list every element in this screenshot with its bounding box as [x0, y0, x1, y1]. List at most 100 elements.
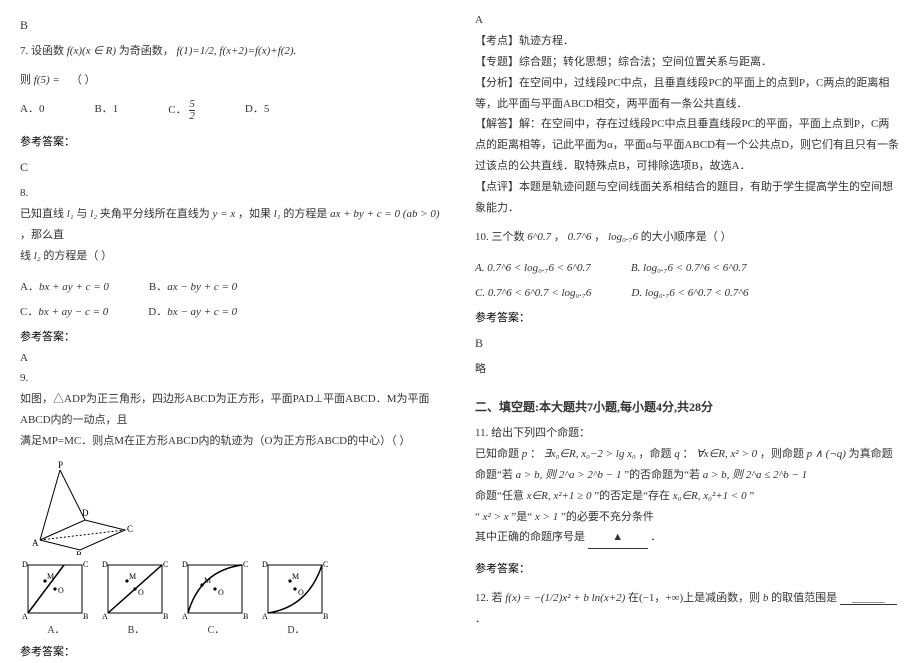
q12: 12. 若 f(x) = −(1/2)x² + b ln(x+2) 在(−1，+… — [475, 588, 900, 630]
q7-ref-label: 参考答案： — [20, 132, 445, 153]
fenxi-lbl: 【分析】 — [475, 77, 519, 89]
q7-ask: 则 f(5) = （ ） — [20, 70, 445, 91]
q11-l2b: a > b, 则 2^a > 2^b − 1 — [516, 469, 622, 481]
q10-e3: 0.7^6 — [568, 231, 592, 243]
fenxi-txt: 在空间中，过线段PC中点，且垂直线段PC的平面上的点到P，C两点的距离相等，此平… — [475, 77, 889, 110]
sqA-O: O — [58, 586, 64, 595]
sqA-D: D — [22, 560, 28, 569]
q7-text-c: 为奇函数， — [119, 45, 174, 57]
sqB-O: O — [138, 588, 144, 597]
sqB-D: D — [102, 560, 108, 569]
dianping: 【点评】本题是轨迹问题与空间线面关系相结合的题目，有助于学生提高学生的空间想象能… — [475, 177, 900, 219]
jieda: 【解答】解：在空间中，存在过线段PC中点且垂直线段PC的平面，平面上点到P，C两… — [475, 114, 900, 177]
q8-t4: ，如果 — [238, 208, 271, 220]
q11-blank: ▲ — [588, 527, 648, 549]
q9-line2: 满足MP=MC．则点M在正方形ABCD内的轨迹为（O为正方形ABCD的中心）（ … — [20, 431, 445, 452]
sqB-B: B — [163, 612, 168, 621]
sqC-A: A — [182, 612, 188, 621]
q9-optC-label: C． — [208, 621, 225, 640]
q12-d: ． — [475, 613, 486, 625]
q7-paren: （ ） — [71, 74, 96, 86]
section2-head: 二、填空题:本大题共7小题,每小题4分,共28分 — [475, 396, 900, 419]
q7-prev-answer: B — [20, 14, 445, 37]
q7-cond: f(1)=1/2, f(x+2)=f(x)+f(2). — [177, 45, 297, 57]
q12-bvar: b — [763, 592, 769, 604]
q10-e4: ， — [594, 231, 605, 243]
q8B-l: B． — [149, 281, 167, 293]
q11-l2a: 命题“若 — [475, 469, 513, 481]
q11-l3b: x∈R, x²+1 ≥ 0 — [527, 490, 592, 502]
q7-optC-label: C． — [168, 104, 186, 116]
q8-t7: 线 — [20, 250, 31, 262]
q7-optA: A．0 — [20, 99, 44, 122]
q8-ref-label: 参考答案： — [20, 327, 445, 348]
sq-A: M O A B C D — [20, 559, 92, 621]
q11-l1: 已知命题 p ： ∃x₀∈R, x₀−2 > lg x₀ ，命题 q ： ∀x∈… — [475, 444, 900, 465]
q7-then: 则 — [20, 74, 31, 86]
q8-stem: 已知直线 l₁ 与 l₂ 夹角平分线所在直线为 y = x ，如果 l₁ 的方程… — [20, 204, 445, 267]
q7-optC-num: 5 — [189, 99, 195, 111]
q10-optA: A. 0.7^6 < log₀.₇6 < 6^0.7 — [475, 258, 591, 279]
sqD-A: A — [262, 612, 268, 621]
lbl-P: P — [58, 460, 63, 470]
q7-stem: 7. 设函数 f(x)(x ∈ R) 为奇函数， f(1)=1/2, f(x+2… — [20, 41, 445, 62]
q9-line1: 如图，△ADP为正三角形，四边形ABCD为正方形，平面PAD⊥平面ABCD．M为… — [20, 389, 445, 431]
jieda-txt: 解：在空间中，存在过线段PC中点且垂直线段PC的平面，平面上点到P，C两点的距离… — [475, 118, 899, 172]
q9-answer: A — [475, 10, 900, 31]
sqD-B: B — [323, 612, 328, 621]
q8-num: 8. — [20, 183, 445, 204]
q11-ref-label: 参考答案： — [475, 559, 900, 580]
q8C-eq: bx + ay − c = 0 — [38, 306, 108, 318]
q9-ref-label: 参考答案： — [20, 642, 445, 663]
q10-lve: 略 — [475, 359, 900, 380]
q9-optD-label: D． — [287, 621, 304, 640]
sqD-M: M — [292, 572, 299, 581]
q10-row2: C. 0.7^6 < 6^0.7 < log₀.₇6 D. log₀.₇6 < … — [475, 283, 900, 304]
dianping-txt: 本题是轨迹问题与空间线面关系相结合的题目，有助于学生提高学生的空间想象能力． — [475, 181, 893, 214]
q7-f5: f(5) = — [34, 74, 60, 86]
q11-l3d: x₀∈R, x₀²+1 < 0 — [673, 490, 747, 502]
q8-t5: 的方程是 — [283, 208, 327, 220]
q9-optA-label: A． — [47, 621, 64, 640]
q10-optB: B. log₀.₇6 < 0.7^6 < 6^0.7 — [631, 258, 747, 279]
fenxi: 【分析】在空间中，过线段PC中点，且垂直线段PC的平面上的点到P，C两点的距离相… — [475, 73, 900, 115]
q11-stem: 11. 给出下列四个命题： — [475, 423, 900, 444]
sqC-C: C — [243, 560, 248, 569]
q8B-eq: ax − by + c = 0 — [167, 281, 237, 293]
lbl-B: B — [76, 550, 82, 555]
kaodian-lbl: 【考点】 — [475, 35, 519, 47]
q10-e5: log₀.₇6 — [608, 231, 638, 243]
q12-eq: f(x) = −(1/2)x² + b ln(x+2) — [505, 592, 625, 604]
q7-answer: C — [20, 156, 445, 179]
jieda-lbl: 【解答】 — [475, 118, 519, 130]
q10-optD: D. log₀.₇6 < 6^0.7 < 0.7^6 — [631, 283, 748, 304]
q12-blank: ______ — [840, 592, 897, 605]
q11-p: p — [522, 448, 528, 460]
q11-l4: “ x² > x ”是“ x > 1 ”的必要不充分条件 — [475, 507, 900, 528]
q11-l3a: 命题“任意 — [475, 490, 524, 502]
q8-l2: l₂ — [90, 208, 97, 220]
q7-optB: B．1 — [94, 99, 118, 122]
q11-l4c: ”是“ — [511, 511, 532, 523]
q8-t8: 的方程是（ ） — [43, 250, 112, 262]
q7-optC-den: 2 — [189, 111, 195, 122]
sqC-B: B — [243, 612, 248, 621]
q8-yx: y = x — [213, 208, 236, 220]
q10-b: 的大小顺序是（ ） — [641, 231, 732, 243]
q7-options: A．0 B．1 C． 5 2 D．5 — [20, 99, 445, 122]
sq-C: M O A B C D — [180, 559, 252, 621]
q11-l4a: “ — [475, 511, 480, 523]
sqC-O: O — [218, 588, 224, 597]
q10-stem: 10. 三个数 6^0.7 ， 0.7^6 ， log₀.₇6 的大小顺序是（ … — [475, 227, 900, 248]
q10-answer: B — [475, 332, 900, 355]
q8-row2: C．bx + ay − c = 0 D．bx − ay + c = 0 — [20, 302, 445, 323]
q8-answer: A — [20, 348, 445, 369]
q11-l3c: ”的否定是“存在 — [594, 490, 670, 502]
q8-t1: 已知直线 — [20, 208, 64, 220]
q11-l5t: 其中正确的命题序号是 — [475, 531, 585, 543]
q7-text-a: 7. 设函数 — [20, 45, 64, 57]
sqA-A: A — [22, 612, 28, 621]
q11-l4e: ”的必要不充分条件 — [561, 511, 654, 523]
lbl-A: A — [32, 538, 39, 548]
sq-B: M O A B C D — [100, 559, 172, 621]
